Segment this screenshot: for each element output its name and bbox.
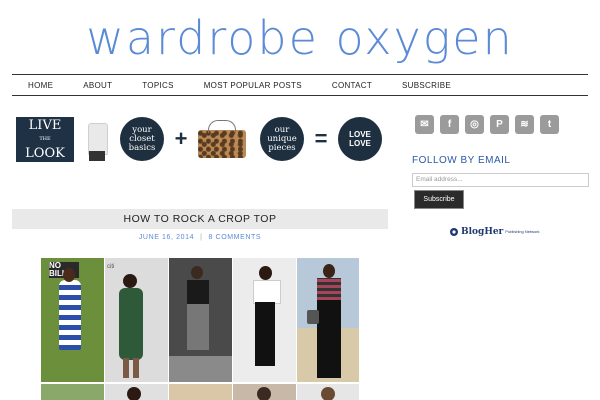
leopard-clutch-image [198,120,246,158]
blogher-badge[interactable]: BlogHer Publishing Network [449,227,540,237]
closet-basics-circle: your closet basics [120,117,164,161]
collage-photo [297,384,359,400]
post-title[interactable]: HOW TO ROCK A CROP TOP [12,209,388,229]
look-text: LOOK [25,145,65,161]
blogher-icon [450,228,458,236]
collage-photo [233,258,296,382]
nav-item-topics[interactable]: TOPICS [126,81,187,90]
collage-photo [169,258,232,382]
subscribe-button[interactable]: Subscribe [414,190,464,209]
nav-item-contact[interactable]: CONTACT [316,81,386,90]
blogher-logo-text: BlogHer [461,227,504,237]
site-logo[interactable]: wardrobe oxygen [0,12,600,64]
white-tee-image [82,117,112,162]
email-icon[interactable]: ✉ [415,115,434,134]
live-the-look-logo: LIVE THE LOOK [16,116,74,162]
collage-photo [41,384,104,400]
pinterest-icon[interactable]: P [490,115,509,134]
collage-photo [297,258,359,382]
post-image-collage[interactable]: NO BILLS citi [41,258,359,400]
post-comments-link[interactable]: 8 COMMENTS [209,234,262,241]
nav-item-subscribe[interactable]: SUBSCRIBE [386,81,465,90]
live-the-look-banner[interactable]: LIVE THE LOOK your closet basics + our u… [16,115,382,163]
nav-item-home[interactable]: HOME [12,81,67,90]
post-date[interactable]: JUNE 16, 2014 [139,234,194,241]
nav-item-most-popular[interactable]: MOST POPULAR POSTS [188,81,316,90]
collage-photo: citi [105,258,168,382]
unique-pieces-circle: our unique pieces [260,117,304,161]
post-meta: JUNE 16, 2014 | 8 COMMENTS [138,234,262,241]
equals-sign: = [314,126,328,151]
facebook-icon[interactable]: f [440,115,459,134]
the-text: THE [39,135,51,142]
email-input[interactable]: Email address... [412,173,589,187]
social-icons: ✉ f ◎ P ≋ t [415,115,559,134]
instagram-icon[interactable]: ◎ [465,115,484,134]
main-nav: HOME ABOUT TOPICS MOST POPULAR POSTS CON… [12,74,588,96]
love-love-circle: LOVE LOVE [338,117,382,161]
collage-photo: NO BILLS [41,258,104,382]
follow-by-email-heading: FOLLOW BY EMAIL [412,155,511,166]
collage-photo [105,384,168,400]
blogher-sub-text: Publishing Network [505,229,540,234]
rss-icon[interactable]: ≋ [515,115,534,134]
nav-item-about[interactable]: ABOUT [67,81,126,90]
live-text: LIVE [28,117,62,133]
collage-photo [233,384,296,400]
plus-sign: + [174,126,188,151]
twitter-icon[interactable]: t [540,115,559,134]
collage-photo [169,384,232,400]
